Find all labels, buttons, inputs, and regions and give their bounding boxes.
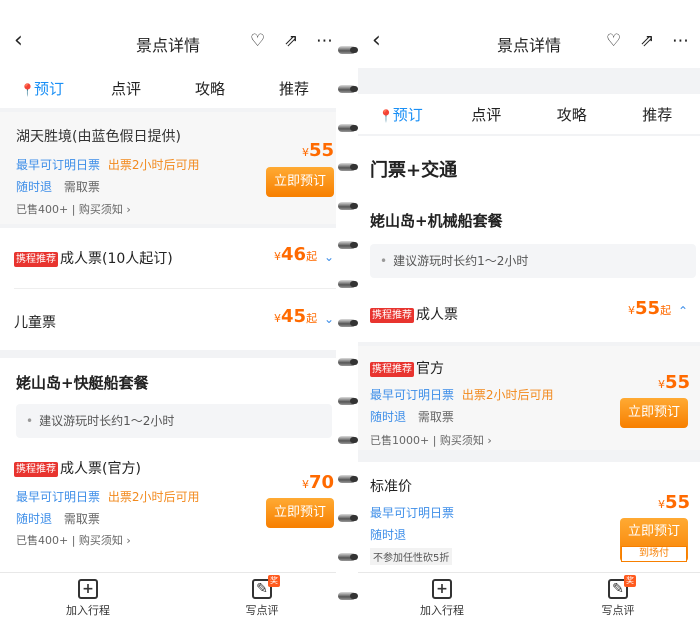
tag-pickup: 需取票 (63, 180, 100, 194)
tab-bar: 📍预订 点评 攻略 推荐 (358, 94, 700, 134)
package-title: 姥山岛+机械船套餐 (370, 212, 503, 230)
tab-book[interactable]: 📍预订 (358, 104, 444, 125)
package-card: 姥山岛+快艇船套餐 • 建议游玩时长约1～2小时 携程推荐 成人票(官方) 最早可订… (0, 358, 336, 572)
adult-ticket-row[interactable]: 携程推荐 成人票(10人起订) (14, 248, 173, 268)
tab-guide[interactable]: 攻略 (529, 104, 615, 125)
supplier-card: 湖天胜境(由蓝色假日提供) 最早可订明日票 出票2小时后可用 随时退 需取票 已… (0, 112, 336, 224)
binder-ring (338, 514, 358, 522)
binder-ring (338, 124, 358, 132)
section-title: 门票+交通 (370, 160, 458, 181)
binder-ring (338, 592, 358, 600)
chevron-down-icon[interactable]: ⌄ (324, 250, 334, 264)
binder-rings (336, 0, 358, 622)
price: 55 (664, 372, 690, 393)
adult-ticket-row[interactable]: 携程推荐 成人票 (370, 304, 458, 324)
binder-ring (338, 241, 358, 249)
duration-tip: • 建议游玩时长约1～2小时 (16, 404, 332, 438)
book-button[interactable]: 立即预订 (620, 398, 688, 428)
more-icon[interactable]: ⋯ (316, 31, 333, 51)
pay-on-site-label: 到场付 (621, 546, 687, 562)
left-screen: ‹ 景点详情 ♡ ⇗ ⋯ 📍预订 点评 攻略 推荐 湖天胜境(由蓝色假日提供) … (0, 0, 336, 622)
book-button[interactable]: 立即预订 (266, 498, 334, 528)
calendar-plus-icon: + (78, 579, 98, 599)
adult-price: 46 (281, 244, 307, 265)
supplier-name: 湖天胜境(由蓝色假日提供) (16, 129, 181, 145)
chevron-down-icon[interactable]: ⌄ (324, 312, 334, 326)
sold-info[interactable]: 已售400+ | 购买须知 › (16, 532, 131, 548)
tab-review[interactable]: 点评 (444, 104, 530, 125)
book-button[interactable]: 立即预订 (266, 167, 334, 197)
recommend-tag: 携程推荐 (14, 461, 58, 477)
tab-review[interactable]: 点评 (84, 78, 168, 99)
reward-badge: 奖 (624, 575, 636, 587)
price: 70 (308, 472, 334, 493)
sold-info[interactable]: 已售1000+ | 购买须知 › (370, 432, 492, 448)
binder-ring (338, 436, 358, 444)
add-itinerary-button[interactable]: + 加入行程 (402, 579, 482, 618)
official-ticket-card: 携程推荐 官方 最早可订明日票 出票2小时后可用 随时退 需取票 已售1000+ … (358, 346, 700, 450)
tag-issue: 出票2小时后可用 (107, 158, 200, 172)
binder-ring (338, 202, 358, 210)
recommend-tag: 携程推荐 (14, 251, 58, 267)
chevron-up-icon[interactable]: ⌃ (678, 304, 688, 318)
binder-ring (338, 358, 358, 366)
tab-bar: 📍预订 点评 攻略 推荐 (0, 68, 336, 108)
sold-info[interactable]: 已售400+ | 购买须知 › (16, 201, 131, 217)
adult-price: 55 (635, 298, 661, 319)
binder-ring (338, 475, 358, 483)
child-ticket-row[interactable]: 儿童票 (14, 312, 56, 332)
location-pin-icon: 📍 (378, 108, 394, 123)
binder-ring (338, 319, 358, 327)
right-screen: ‹ 景点详情 ♡ ⇗ ⋯ 📍预订 点评 攻略 推荐 门票+交通 姥山岛+机械船套… (358, 0, 700, 622)
bottom-bar: + 加入行程 ✎ 奖写点评 (0, 572, 336, 622)
more-icon[interactable]: ⋯ (672, 31, 689, 51)
favorite-icon[interactable]: ♡ (606, 31, 621, 51)
standard-name: 标准价 (370, 479, 412, 495)
tag-refund: 随时退 (16, 180, 53, 194)
add-itinerary-button[interactable]: + 加入行程 (48, 579, 128, 618)
binder-ring (338, 280, 358, 288)
book-button[interactable]: 立即预订 到场付 (620, 518, 688, 562)
discount-note: 不参加任性砍5折 (370, 548, 453, 565)
bottom-bar: + 加入行程 ✎ 奖写点评 (358, 572, 700, 622)
binder-ring (338, 397, 358, 405)
reward-badge: 奖 (268, 575, 280, 587)
write-review-button[interactable]: ✎ 奖写点评 (222, 575, 302, 618)
standard-ticket-card: 标准价 最早可订明日票 随时退 不参加任性砍5折 ¥55 立即预订 到场付 (358, 462, 700, 572)
recommend-tag: 携程推荐 (370, 361, 414, 377)
tag-earliest: 最早可订明日票 (16, 158, 101, 172)
price: 55 (308, 140, 334, 161)
tab-recommend[interactable]: 推荐 (252, 78, 336, 99)
share-icon[interactable]: ⇗ (284, 31, 298, 51)
write-review-button[interactable]: ✎ 奖写点评 (578, 575, 658, 618)
binder-ring (338, 85, 358, 93)
favorite-icon[interactable]: ♡ (250, 31, 265, 51)
price: 55 (664, 492, 690, 513)
child-price: 45 (281, 306, 307, 327)
calendar-plus-icon: + (432, 579, 452, 599)
share-icon[interactable]: ⇗ (640, 31, 654, 51)
edit-icon: ✎ 奖 (608, 575, 636, 599)
binder-ring (338, 46, 358, 54)
tab-book[interactable]: 📍预订 (0, 78, 84, 99)
package-title: 姥山岛+快艇船套餐 (16, 374, 149, 392)
tab-recommend[interactable]: 推荐 (615, 104, 700, 125)
official-ticket-name: 携程推荐 成人票(官方) (14, 461, 141, 477)
package-card: 门票+交通 姥山岛+机械船套餐 • 建议游玩时长约1～2小时 携程推荐 成人票 ¥5… (358, 136, 700, 342)
binder-ring (338, 553, 358, 561)
header: ‹ 景点详情 ♡ ⇗ ⋯ (358, 0, 700, 68)
ticket-list: 携程推荐 成人票(10人起订) ¥46起 ⌄ 儿童票 ¥45起 ⌄ (0, 228, 336, 350)
tab-guide[interactable]: 攻略 (168, 78, 252, 99)
duration-tip: • 建议游玩时长约1～2小时 (370, 244, 696, 278)
header: ‹ 景点详情 ♡ ⇗ ⋯ (0, 0, 336, 70)
binder-ring (338, 163, 358, 171)
recommend-tag: 携程推荐 (370, 307, 414, 323)
location-pin-icon: 📍 (19, 82, 35, 97)
edit-icon: ✎ 奖 (252, 575, 280, 599)
